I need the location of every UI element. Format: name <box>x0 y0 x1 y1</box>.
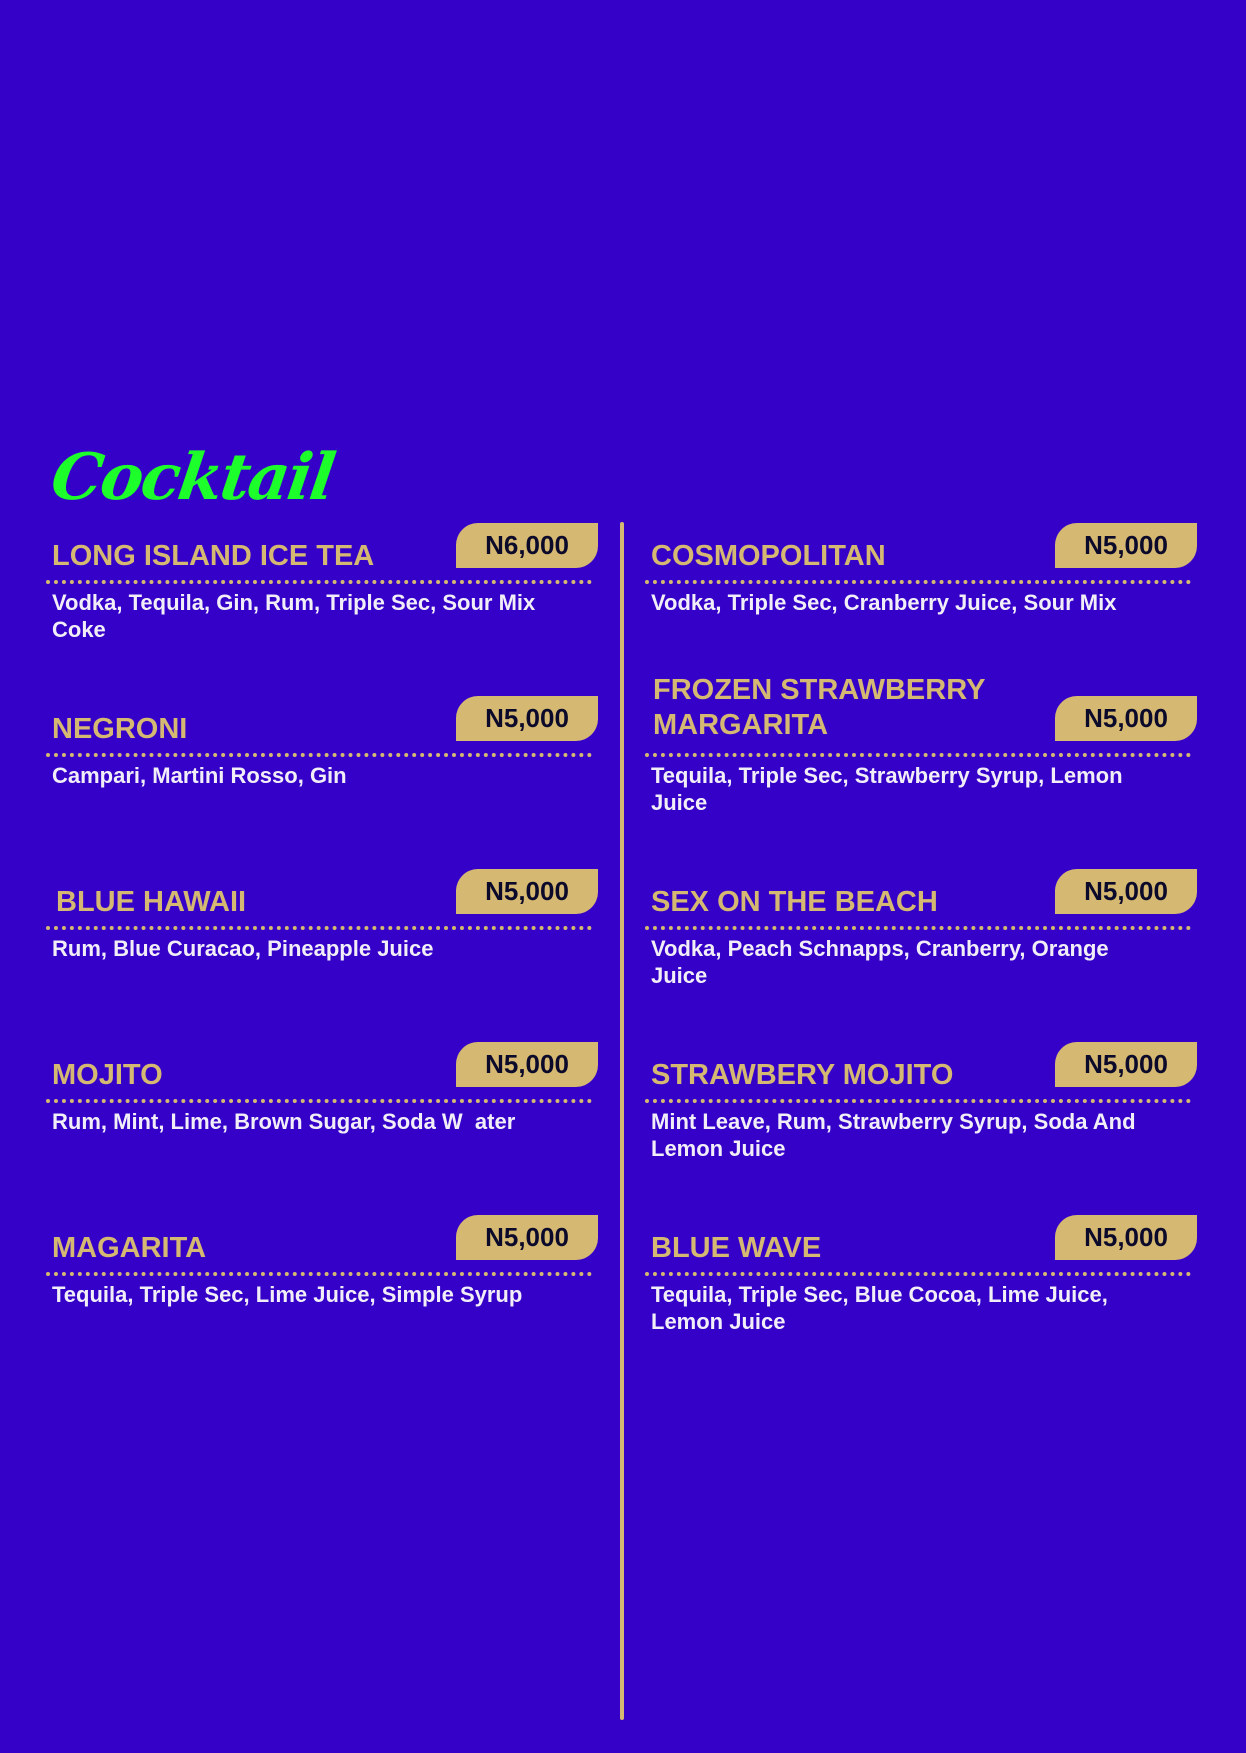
menu-item-frozen-strawberry-margarita: FROZEN STRAWBERRY MARGARITA N5,000 Tequi… <box>645 674 1197 846</box>
price-tag: N5,000 <box>456 1215 598 1260</box>
item-name: BLUE HAWAII <box>56 886 247 918</box>
dotted-separator <box>645 1272 1191 1276</box>
column-divider <box>620 522 624 1720</box>
menu-item-cosmopolitan: COSMOPOLITAN N5,000 Vodka, Triple Sec, C… <box>645 523 1197 673</box>
price-tag: N6,000 <box>456 523 598 568</box>
price-tag: N5,000 <box>456 869 598 914</box>
dotted-separator <box>46 1272 592 1276</box>
dotted-separator <box>645 580 1191 584</box>
menu-item-blue-hawaii: BLUE HAWAII N5,000 Rum, Blue Curacao, Pi… <box>46 869 598 1019</box>
item-name: SEX ON THE BEACH <box>651 886 938 918</box>
dotted-separator <box>645 926 1191 930</box>
dotted-separator <box>645 1099 1191 1103</box>
item-description: Vodka, Peach Schnapps, Cranberry, Orange… <box>651 936 1109 988</box>
menu-item-negroni: NEGRONI N5,000 Campari, Martini Rosso, G… <box>46 696 598 846</box>
item-name: COSMOPOLITAN <box>651 540 886 572</box>
menu-item-long-island-ice-tea: LONG ISLAND ICE TEA N6,000 Vodka, Tequil… <box>46 523 598 673</box>
item-description: Mint Leave, Rum, Strawberry Syrup, Soda … <box>651 1109 1136 1161</box>
dotted-separator <box>46 1099 592 1103</box>
price-tag: N5,000 <box>1055 523 1197 568</box>
dotted-separator <box>645 753 1191 757</box>
item-description: Vodka, Tequila, Gin, Rum, Triple Sec, So… <box>52 590 536 642</box>
menu-item-strawbery-mojito: STRAWBERY MOJITO N5,000 Mint Leave, Rum,… <box>645 1042 1197 1192</box>
item-description: Rum, Mint, Lime, Brown Sugar, Soda W ate… <box>52 1109 516 1134</box>
price-tag: N5,000 <box>1055 1042 1197 1087</box>
price-tag: N5,000 <box>1055 1215 1197 1260</box>
price-tag: N5,000 <box>1055 696 1197 741</box>
item-name: LONG ISLAND ICE TEA <box>52 540 375 572</box>
item-name: FROZEN STRAWBERRY MARGARITA <box>653 674 985 741</box>
item-name: STRAWBERY MOJITO <box>651 1059 954 1091</box>
dotted-separator <box>46 753 592 757</box>
menu-item-magarita: MAGARITA N5,000 Tequila, Triple Sec, Lim… <box>46 1215 598 1365</box>
item-description: Vodka, Triple Sec, Cranberry Juice, Sour… <box>651 590 1117 615</box>
menu-item-blue-wave: BLUE WAVE N5,000 Tequila, Triple Sec, Bl… <box>645 1215 1197 1365</box>
menu-item-mojito: MOJITO N5,000 Rum, Mint, Lime, Brown Sug… <box>46 1042 598 1192</box>
menu-item-sex-on-the-beach: SEX ON THE BEACH N5,000 Vodka, Peach Sch… <box>645 869 1197 1019</box>
item-name: BLUE WAVE <box>651 1232 822 1264</box>
price-tag: N5,000 <box>1055 869 1197 914</box>
item-description: Campari, Martini Rosso, Gin <box>52 763 347 788</box>
item-name: NEGRONI <box>52 713 188 745</box>
item-name: MAGARITA <box>52 1232 207 1264</box>
item-description: Tequila, Triple Sec, Blue Cocoa, Lime Ju… <box>651 1282 1108 1334</box>
price-tag: N5,000 <box>456 696 598 741</box>
price-tag: N5,000 <box>456 1042 598 1087</box>
item-description: Tequila, Triple Sec, Lime Juice, Simple … <box>52 1282 523 1307</box>
dotted-separator <box>46 580 592 584</box>
item-description: Rum, Blue Curacao, Pineapple Juice <box>52 936 434 961</box>
item-description: Tequila, Triple Sec, Strawberry Syrup, L… <box>651 763 1123 815</box>
dotted-separator <box>46 926 592 930</box>
section-title: Cocktail <box>46 440 338 515</box>
item-name: MOJITO <box>52 1059 163 1091</box>
